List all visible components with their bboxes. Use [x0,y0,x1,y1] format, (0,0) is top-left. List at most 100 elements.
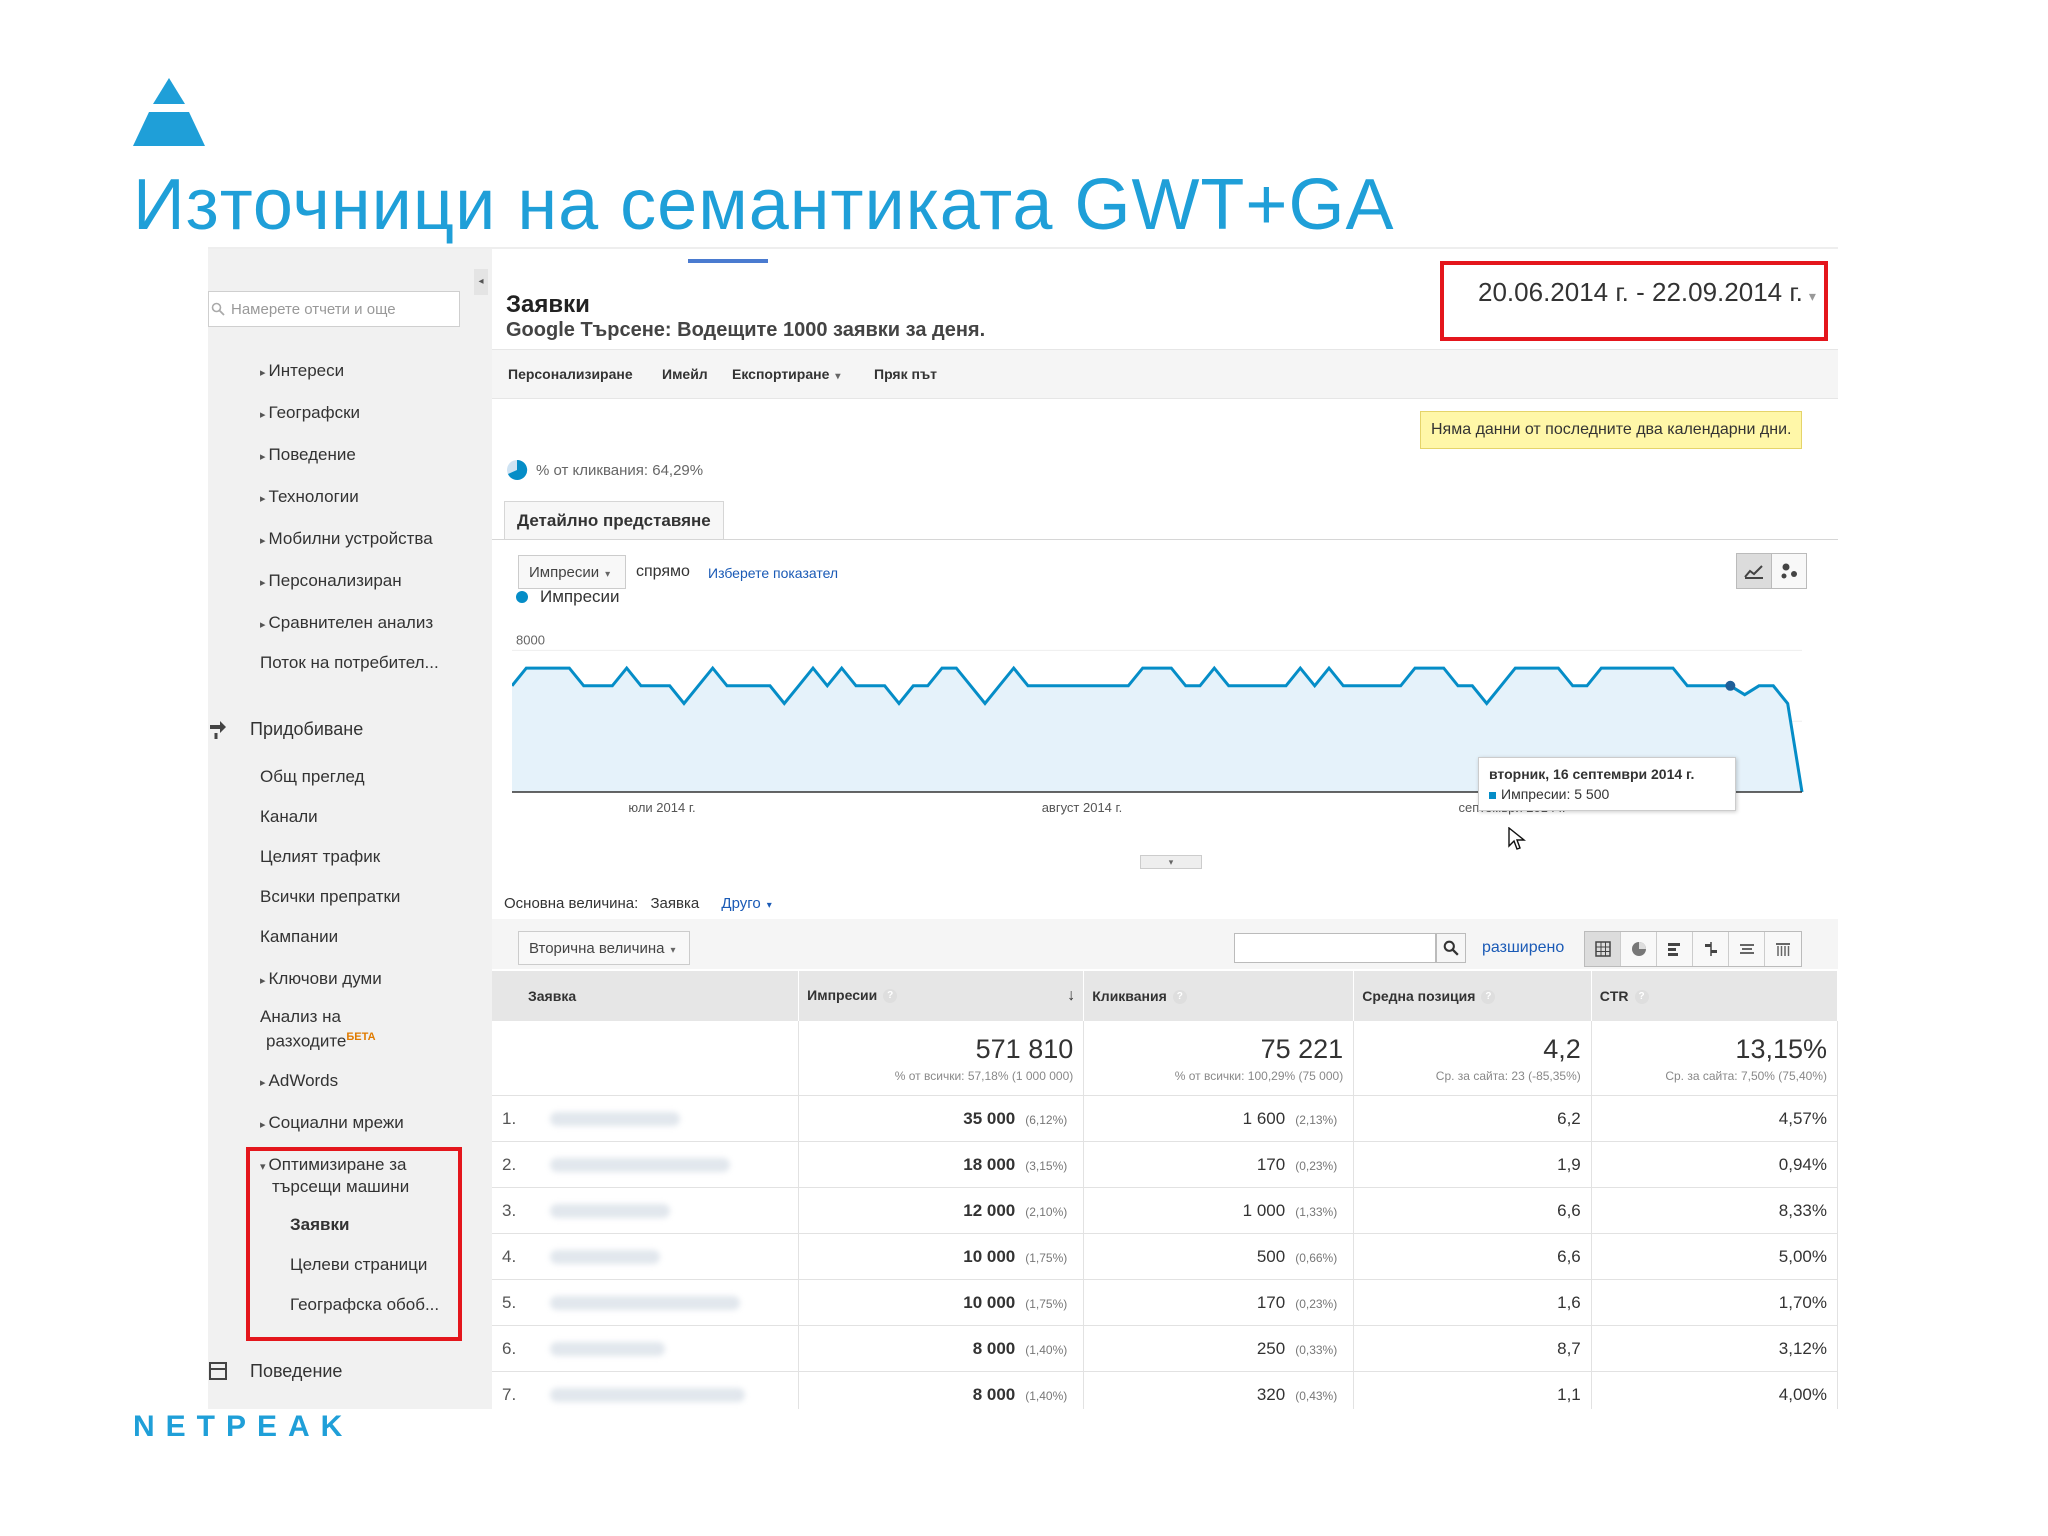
series-dot [516,591,528,603]
pie-view-button[interactable] [1621,932,1657,966]
secondary-dimension-select[interactable]: Вторична величина ▾ [518,931,690,965]
chevron-down-icon: ▾ [670,945,676,956]
help-icon: ? [883,989,898,1004]
collapse-sidebar-button[interactable]: ◂ [474,269,488,295]
sidebar-item-campaigns[interactable]: Кампании [260,927,338,947]
chevron-down-icon: ▾ [605,569,611,580]
sidebar-item-cost-analysis[interactable]: Анализ на разходитеБЕТА [260,1007,376,1052]
export-button[interactable]: Експортиране ▾ [732,366,840,382]
sort-arrow-icon: ↓ [1067,987,1076,1004]
query-cell[interactable]: 4. [492,1233,800,1280]
query-cell[interactable]: 2. [492,1141,800,1188]
expand-arrow-icon: ▸ [260,535,266,547]
query-cell[interactable]: 6. [492,1325,800,1372]
sidebar-item-social[interactable]: ▸ Социални мрежи [260,1113,404,1133]
data-notice: Няма данни от последните два календарни … [1420,411,1803,449]
email-button[interactable]: Имейл [662,366,708,382]
grid-icon [1594,941,1611,957]
comparison-view-button[interactable] [1693,932,1729,966]
shortcut-button[interactable]: Пряк път [874,366,937,382]
expand-arrow-icon: ▸ [260,409,266,421]
sidebar-section-acquisition[interactable]: Придобиване [250,719,363,740]
customize-button[interactable]: Персонализиране [508,366,633,382]
bar-view-button[interactable] [1657,932,1693,966]
column-header-position[interactable]: Средна позиция? [1353,971,1592,1021]
sidebar-item-interests[interactable]: ▸ Интереси [260,361,344,381]
query-cell[interactable]: 5. [492,1279,800,1326]
sidebar-item-all-traffic[interactable]: Целият трафик [260,847,380,867]
sidebar-item-referrals[interactable]: Всички препратки [260,887,400,907]
clicks-cell: 170 (0,23%) [1083,1141,1355,1188]
page-title: Заявки [506,291,590,318]
bar-chart-icon [1667,943,1680,956]
impressions-cell: 8 000 (1,40%) [798,1325,1085,1372]
search-icon [211,302,225,316]
column-header-clicks[interactable]: Кликвания? [1083,971,1355,1021]
sidebar-item-mobile[interactable]: ▸ Мобилни устройства [260,529,433,549]
blurred-query [550,1158,730,1173]
impressions-cell: 18 000 (3,15%) [798,1141,1085,1188]
columns-icon [1776,943,1790,956]
blurred-query [550,1204,670,1219]
sidebar-item-behavior[interactable]: ▸ Поведение [260,445,356,465]
position-cell: 1,6 [1353,1279,1592,1326]
total-clicks: 75 221% от всички: 100,29% (75 000) [1083,1021,1355,1096]
table-filter-input[interactable] [1234,933,1436,963]
sidebar-item-technology[interactable]: ▸ Технологии [260,487,359,507]
column-header-impressions[interactable]: Импресии? ↓ [798,971,1085,1021]
sidebar-item-channels[interactable]: Канали [260,807,318,827]
query-cell[interactable]: 3. [492,1187,800,1234]
column-header-query[interactable]: Заявка [492,971,800,1021]
series-square [1489,792,1496,799]
highlight-seo-box [246,1147,462,1341]
line-chart-button[interactable] [1736,553,1772,589]
expand-arrow-icon: ▸ [260,1119,266,1131]
comparison-icon [1704,942,1717,956]
table-search-button[interactable] [1436,933,1466,963]
expand-arrow-icon: ▸ [260,619,266,631]
sidebar-item-overview[interactable]: Общ преглед [260,767,365,787]
advanced-filter-link[interactable]: разширено [1482,939,1564,957]
sidebar-item-users-flow[interactable]: Поток на потребител... [260,653,439,673]
expand-arrow-icon: ▸ [260,975,266,987]
sidebar-section-behavior[interactable]: Поведение [250,1361,342,1382]
table-view-button[interactable] [1585,932,1621,966]
table-row: 5. 10 000 (1,75%) 170 (0,23%) 1,6 1,70% [492,1279,1838,1326]
chart-legend: Импресии [516,587,620,607]
report-search-input[interactable]: Намерете отчети и още [208,291,460,327]
choose-metric-link[interactable]: Изберете показател [708,565,838,581]
sidebar: Намерете отчети и още ◂ ▸ Интереси ▸ Геогр… [208,249,488,1409]
position-cell: 1,9 [1353,1141,1592,1188]
pivot-icon [1739,944,1754,954]
tab-explorer[interactable]: Детайлно представяне [504,501,724,540]
y-tick-label: 8000 [516,632,545,647]
total-position: 4,2 Ср. за сайта: 23 (-85,35%) [1353,1021,1592,1096]
analytics-screenshot: Намерете отчети и още ◂ ▸ Интереси ▸ Геогр… [208,247,1838,1409]
sidebar-item-benchmarking[interactable]: ▸ Сравнителен анализ [260,613,433,633]
sidebar-item-keywords[interactable]: ▸ Ключови думи [260,969,382,989]
column-header-ctr[interactable]: CTR? [1591,971,1838,1021]
pivot-view-button[interactable] [1765,932,1801,966]
line-chart-icon [1744,565,1763,579]
sidebar-item-custom[interactable]: ▸ Персонализиран [260,571,402,591]
slide-title: Източници на семантиката GWT+GA [133,165,1395,245]
pie-chart-icon [1631,942,1646,956]
metric-select[interactable]: Импресии ▾ [518,555,626,589]
totals-label-cell [492,1021,800,1096]
motion-chart-button[interactable] [1772,553,1807,589]
primary-dimension-value[interactable]: Заявка [651,895,700,912]
sidebar-item-adwords[interactable]: ▸ AdWords [260,1071,338,1091]
sidebar-item-geo[interactable]: ▸ Географски [260,403,360,423]
search-placeholder: Намерете отчети и още [231,300,396,318]
chart-resize-handle[interactable]: ▾ [1140,855,1202,869]
chart-tooltip: вторник, 16 септември 2014 г. Импресии: … [1478,757,1736,811]
expand-arrow-icon: ▸ [260,367,266,379]
query-cell[interactable]: 7. [492,1371,800,1409]
x-tick-label: август 2014 г. [1042,800,1123,815]
query-cell[interactable]: 1. [492,1095,800,1142]
impressions-cell: 12 000 (2,10%) [798,1187,1085,1234]
term-cloud-view-button[interactable] [1729,932,1765,966]
other-dimension-link[interactable]: Друго [721,895,760,912]
position-cell: 6,6 [1353,1187,1592,1234]
table-row: 3. 12 000 (2,10%) 1 000 (1,33%) 6,6 8,33% [492,1187,1838,1234]
